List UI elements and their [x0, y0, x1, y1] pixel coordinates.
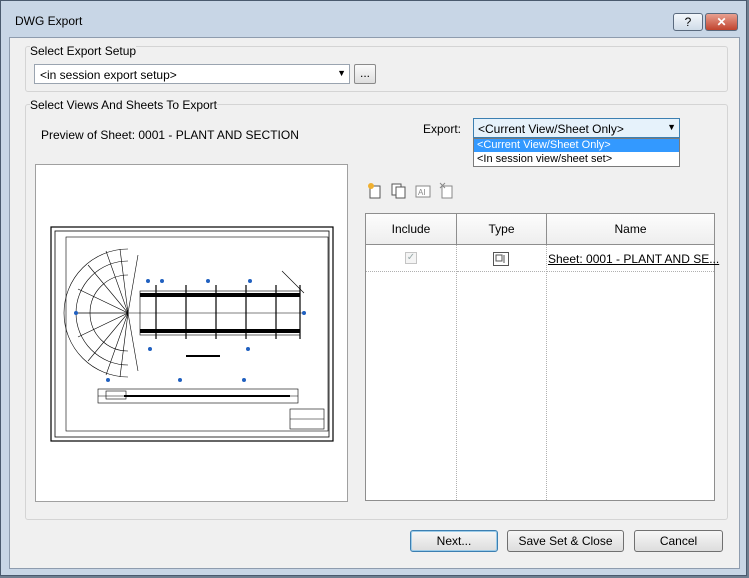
column-header-name[interactable]: Name — [547, 214, 714, 245]
delete-set-icon[interactable] — [439, 182, 455, 200]
type-cell — [457, 245, 547, 272]
column-header-type[interactable]: Type — [457, 214, 547, 245]
export-setup-combo-value: <in session export setup> — [40, 68, 177, 82]
export-combo[interactable]: <Current View/Sheet Only> ▼ — [473, 118, 680, 138]
export-option-current[interactable]: <Current View/Sheet Only> — [474, 139, 679, 152]
modify-setup-button[interactable]: ... — [354, 64, 376, 84]
column-divider — [546, 245, 547, 500]
sheet-name-link[interactable]: Sheet: 0001 - PLANT AND SE... — [548, 252, 719, 266]
export-option-in-session[interactable]: <In session view/sheet set> — [474, 153, 679, 166]
chevron-down-icon: ▼ — [667, 122, 676, 132]
dialog-client-area: Select Export Setup <in session export s… — [9, 37, 740, 569]
close-button[interactable]: ✕ — [705, 13, 738, 31]
close-icon: ✕ — [716, 15, 727, 29]
new-set-icon[interactable] — [367, 182, 383, 200]
export-combo-value: <Current View/Sheet Only> — [478, 122, 624, 136]
save-set-close-button[interactable]: Save Set & Close — [507, 530, 624, 552]
help-button[interactable]: ? — [673, 13, 703, 31]
next-button[interactable]: Next... — [410, 530, 498, 552]
column-divider — [456, 245, 457, 500]
svg-text:AI: AI — [418, 188, 426, 197]
views-sheets-table: Include Type Name ✓ Sheet: 0001 - PLANT — [365, 213, 719, 501]
export-label: Export: — [423, 122, 462, 136]
export-setup-combo[interactable]: <in session export setup> ▼ — [34, 64, 350, 84]
rename-set-icon[interactable]: AI — [415, 182, 431, 200]
help-icon: ? — [684, 15, 692, 29]
export-setup-group-label: Select Export Setup — [30, 44, 137, 58]
sheet-preview — [35, 164, 348, 502]
name-cell: Sheet: 0001 - PLANT AND SE... — [547, 245, 719, 272]
preview-label: Preview of Sheet: 0001 - PLANT AND SECTI… — [41, 128, 299, 142]
dwg-export-dialog: DWG Export ? ✕ Select Export Setup <in s… — [0, 0, 747, 576]
dialog-title: DWG Export — [15, 14, 83, 28]
duplicate-set-icon[interactable] — [391, 182, 407, 200]
include-cell: ✓ — [366, 245, 457, 272]
title-bar[interactable]: DWG Export ? ✕ — [1, 1, 746, 37]
include-checkbox[interactable]: ✓ — [405, 252, 417, 264]
sheet-icon — [493, 252, 509, 266]
export-dropdown-list: <Current View/Sheet Only> <In session vi… — [473, 138, 680, 167]
views-sheets-group-label: Select Views And Sheets To Export — [30, 98, 218, 112]
column-header-include[interactable]: Include — [366, 214, 457, 245]
sheet-drawing-thumbnail — [50, 226, 334, 442]
cancel-button[interactable]: Cancel — [634, 530, 723, 552]
chevron-down-icon: ▼ — [337, 68, 346, 78]
